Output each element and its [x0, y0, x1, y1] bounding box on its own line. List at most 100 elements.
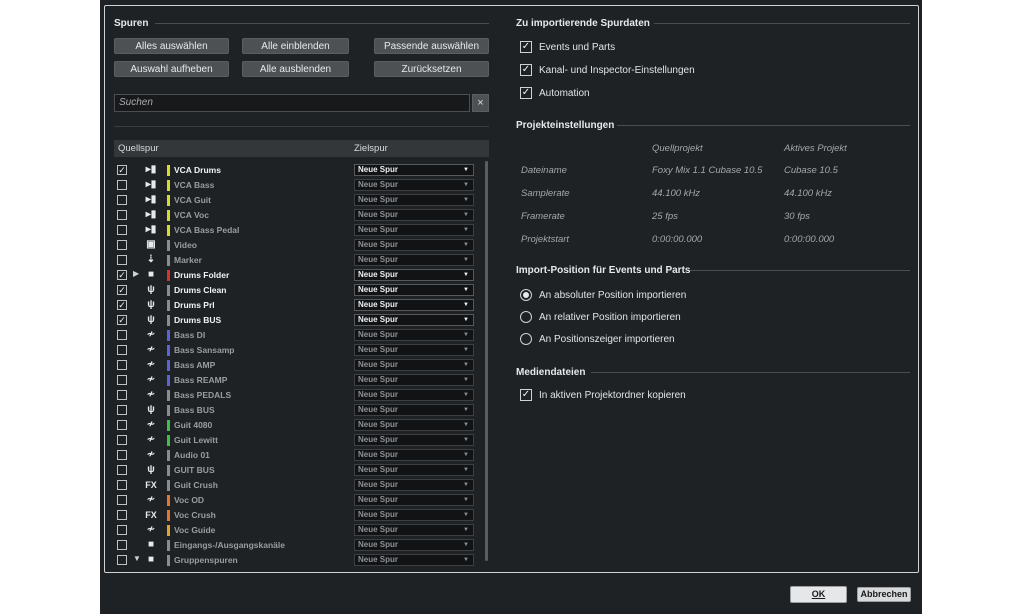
track-row[interactable]: ≁ Guit 4080 Neue Spur ▼ [114, 418, 481, 433]
target-track-dropdown[interactable]: Neue Spur ▼ [354, 269, 474, 281]
target-track-dropdown[interactable]: Neue Spur ▼ [354, 254, 474, 266]
select-matching-button[interactable]: Passende auswählen [374, 38, 489, 54]
track-row[interactable]: ▣ Video Neue Spur ▼ [114, 238, 481, 253]
track-row[interactable]: ≁ Audio 01 Neue Spur ▼ [114, 448, 481, 463]
target-track-dropdown[interactable]: Neue Spur ▼ [354, 239, 474, 251]
copy-to-project-checkbox[interactable]: ✓ [520, 389, 532, 401]
target-track-dropdown[interactable]: Neue Spur ▼ [354, 404, 474, 416]
track-checkbox[interactable] [117, 420, 127, 430]
target-track-dropdown[interactable]: Neue Spur ▼ [354, 434, 474, 446]
target-track-dropdown[interactable]: Neue Spur ▼ [354, 389, 474, 401]
track-checkbox[interactable]: ✓ [117, 270, 127, 280]
track-row[interactable]: ▸▮ VCA Guit Neue Spur ▼ [114, 193, 481, 208]
import-position-radio[interactable] [520, 289, 532, 301]
target-track-dropdown[interactable]: Neue Spur ▼ [354, 209, 474, 221]
target-track-dropdown[interactable]: Neue Spur ▼ [354, 449, 474, 461]
track-row[interactable]: ≁ Bass AMP Neue Spur ▼ [114, 358, 481, 373]
target-track-dropdown[interactable]: Neue Spur ▼ [354, 359, 474, 371]
track-checkbox[interactable] [117, 495, 127, 505]
track-checkbox[interactable] [117, 375, 127, 385]
target-track-dropdown[interactable]: Neue Spur ▼ [354, 329, 474, 341]
import-position-radio[interactable] [520, 311, 532, 323]
search-input[interactable]: Suchen [114, 94, 470, 112]
track-checkbox[interactable]: ✓ [117, 300, 127, 310]
track-checkbox[interactable]: ✓ [117, 285, 127, 295]
reset-button[interactable]: Zurücksetzen [374, 61, 489, 77]
track-checkbox[interactable] [117, 330, 127, 340]
track-row[interactable]: ▸▮ VCA Bass Neue Spur ▼ [114, 178, 481, 193]
target-track-dropdown[interactable]: Neue Spur ▼ [354, 284, 474, 296]
track-row[interactable]: ✓ ▸▮ VCA Drums Neue Spur ▼ [114, 163, 481, 178]
track-list-scrollbar[interactable] [485, 161, 488, 561]
track-row[interactable]: ≁ Guit Lewitt Neue Spur ▼ [114, 433, 481, 448]
target-track-dropdown[interactable]: Neue Spur ▼ [354, 164, 474, 176]
track-checkbox[interactable] [117, 525, 127, 535]
deselect-button[interactable]: Auswahl aufheben [114, 61, 229, 77]
target-track-dropdown[interactable]: Neue Spur ▼ [354, 419, 474, 431]
track-checkbox[interactable] [117, 210, 127, 220]
target-track-dropdown[interactable]: Neue Spur ▼ [354, 374, 474, 386]
target-track-dropdown[interactable]: Neue Spur ▼ [354, 314, 474, 326]
target-track-dropdown[interactable]: Neue Spur ▼ [354, 299, 474, 311]
track-checkbox[interactable] [117, 195, 127, 205]
track-row[interactable]: ▼ ■ Gruppenspuren Neue Spur ▼ [114, 553, 481, 568]
track-checkbox[interactable] [117, 405, 127, 415]
track-checkbox[interactable] [117, 240, 127, 250]
track-checkbox[interactable] [117, 360, 127, 370]
target-track-dropdown[interactable]: Neue Spur ▼ [354, 524, 474, 536]
target-track-dropdown[interactable]: Neue Spur ▼ [354, 554, 474, 566]
track-row[interactable]: ≁ Bass DI Neue Spur ▼ [114, 328, 481, 343]
target-track-dropdown[interactable]: Neue Spur ▼ [354, 509, 474, 521]
import-option-checkbox[interactable]: ✓ [520, 87, 532, 99]
import-position-radio[interactable] [520, 333, 532, 345]
track-checkbox[interactable] [117, 435, 127, 445]
select-all-button[interactable]: Alles auswählen [114, 38, 229, 54]
track-checkbox[interactable]: ✓ [117, 315, 127, 325]
track-checkbox[interactable] [117, 225, 127, 235]
expand-arrow-icon[interactable]: ▶ [133, 269, 139, 278]
track-row[interactable]: ✓ ▶ ■ Drums Folder Neue Spur ▼ [114, 268, 481, 283]
track-row[interactable]: ≁ Bass PEDALS Neue Spur ▼ [114, 388, 481, 403]
import-option-checkbox[interactable]: ✓ [520, 64, 532, 76]
target-track-dropdown[interactable]: Neue Spur ▼ [354, 464, 474, 476]
target-track-dropdown[interactable]: Neue Spur ▼ [354, 194, 474, 206]
import-option-checkbox[interactable]: ✓ [520, 41, 532, 53]
target-track-dropdown[interactable]: Neue Spur ▼ [354, 494, 474, 506]
track-row[interactable]: ψ GUIT BUS Neue Spur ▼ [114, 463, 481, 478]
track-checkbox[interactable] [117, 180, 127, 190]
track-row[interactable]: ■ Eingangs-/Ausgangskanäle Neue Spur ▼ [114, 538, 481, 553]
ok-button[interactable]: OK [790, 586, 847, 603]
target-track-dropdown[interactable]: Neue Spur ▼ [354, 179, 474, 191]
track-checkbox[interactable] [117, 555, 127, 565]
track-row[interactable]: ▸▮ VCA Bass Pedal Neue Spur ▼ [114, 223, 481, 238]
track-checkbox[interactable] [117, 255, 127, 265]
target-track-dropdown[interactable]: Neue Spur ▼ [354, 539, 474, 551]
track-checkbox[interactable] [117, 510, 127, 520]
track-row[interactable]: FX Voc Crush Neue Spur ▼ [114, 508, 481, 523]
track-row[interactable]: ✓ ψ Drums Clean Neue Spur ▼ [114, 283, 481, 298]
track-row[interactable]: ▸▮ VCA Voc Neue Spur ▼ [114, 208, 481, 223]
track-row[interactable]: FX Guit Crush Neue Spur ▼ [114, 478, 481, 493]
track-row[interactable]: ≁ Voc OD Neue Spur ▼ [114, 493, 481, 508]
collapse-arrow-icon[interactable]: ▼ [133, 554, 141, 563]
track-checkbox[interactable] [117, 450, 127, 460]
track-row[interactable]: ≁ Bass REAMP Neue Spur ▼ [114, 373, 481, 388]
target-track-dropdown[interactable]: Neue Spur ▼ [354, 224, 474, 236]
track-checkbox[interactable]: ✓ [117, 165, 127, 175]
show-all-button[interactable]: Alle einblenden [242, 38, 349, 54]
track-row[interactable]: ✓ ψ Drums BUS Neue Spur ▼ [114, 313, 481, 328]
track-row[interactable]: ⇣ Marker Neue Spur ▼ [114, 253, 481, 268]
search-clear-button[interactable]: × [472, 94, 489, 112]
hide-all-button[interactable]: Alle ausblenden [242, 61, 349, 77]
cancel-button[interactable]: Abbrechen [857, 587, 911, 602]
track-row[interactable]: ✓ ψ Drums Prl Neue Spur ▼ [114, 298, 481, 313]
track-row[interactable]: ≁ Voc Guide Neue Spur ▼ [114, 523, 481, 538]
track-checkbox[interactable] [117, 390, 127, 400]
track-checkbox[interactable] [117, 480, 127, 490]
track-row[interactable]: ψ Bass BUS Neue Spur ▼ [114, 403, 481, 418]
target-track-dropdown[interactable]: Neue Spur ▼ [354, 344, 474, 356]
track-checkbox[interactable] [117, 345, 127, 355]
target-track-dropdown[interactable]: Neue Spur ▼ [354, 479, 474, 491]
track-checkbox[interactable] [117, 540, 127, 550]
track-row[interactable]: ≁ Bass Sansamp Neue Spur ▼ [114, 343, 481, 358]
